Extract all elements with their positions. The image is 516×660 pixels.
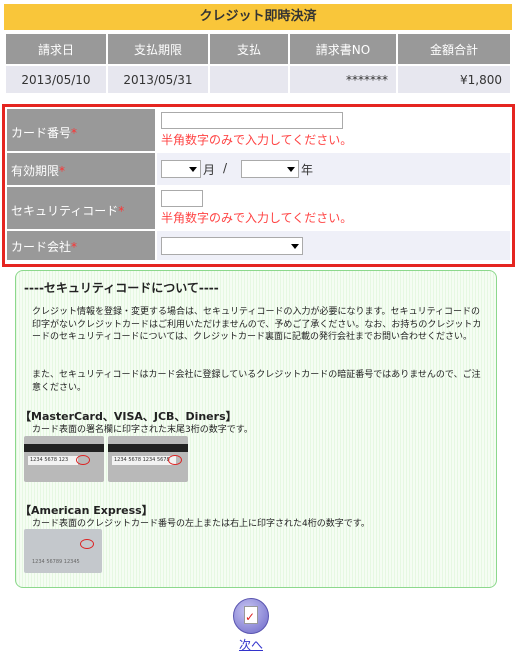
cell-payment bbox=[208, 64, 290, 95]
security-code-label-text: セキュリティコード bbox=[11, 204, 119, 218]
checkmark-icon: ✓ bbox=[245, 610, 256, 624]
date-separator: / bbox=[223, 161, 228, 175]
chevron-down-icon bbox=[291, 244, 299, 249]
signature-panel: 1234 5678 123 bbox=[28, 456, 78, 465]
amex-card-image: 1234 56789 12345 bbox=[24, 529, 102, 573]
card-number-error: 半角数字のみで入力してください。 bbox=[161, 133, 353, 147]
cell-total-amount: ¥1,800 bbox=[396, 64, 512, 95]
expiry-cell: 月 / 年 bbox=[157, 153, 510, 185]
header-invoice-no: 請求書NO bbox=[288, 32, 398, 66]
security-code-label: セキュリティコード* bbox=[7, 187, 155, 229]
header-payment: 支払 bbox=[208, 32, 290, 66]
info-title: ----セキュリティコードについて---- bbox=[24, 281, 219, 295]
brand-desc-major: カード表面の署名欄に印字された末尾3桁の数字です。 bbox=[32, 425, 253, 435]
required-mark: * bbox=[71, 126, 78, 140]
info-paragraph-2: また、セキュリティコードはカード会社に登録しているクレジットカードの暗証番号では… bbox=[32, 370, 481, 393]
security-code-info-box: ----セキュリティコードについて---- クレジット情報を登録・変更する場合は… bbox=[15, 270, 497, 588]
page-title: クレジット即時決済 bbox=[4, 4, 512, 30]
header-total-amount: 金額合計 bbox=[396, 32, 512, 66]
required-mark: * bbox=[59, 164, 66, 178]
table-row: 2013/05/10 2013/05/31 ******* ¥1,800 bbox=[4, 64, 512, 95]
info-paragraph-1: クレジット情報を登録・変更する場合は、セキュリティコードの入力が必要になります。… bbox=[32, 307, 482, 342]
cell-billing-date: 2013/05/10 bbox=[4, 64, 108, 95]
card-company-label: カード会社* bbox=[7, 231, 155, 260]
card-number-cell: 半角数字のみで入力してください。 bbox=[157, 109, 510, 151]
security-code-circle bbox=[80, 539, 94, 549]
expiry-label: 有効期限* bbox=[7, 153, 155, 185]
security-code-cell: 半角数字のみで入力してください。 bbox=[157, 187, 510, 229]
security-code-circle bbox=[76, 455, 90, 465]
expiry-month-select[interactable] bbox=[161, 160, 201, 178]
chevron-down-icon bbox=[287, 167, 295, 172]
card-number-input[interactable] bbox=[161, 112, 343, 129]
required-mark: * bbox=[71, 240, 78, 254]
card-number-label-text: カード番号 bbox=[11, 126, 72, 140]
header-due-date: 支払期限 bbox=[106, 32, 210, 66]
next-link[interactable]: 次へ bbox=[226, 636, 276, 653]
credit-card-form: カード番号* 半角数字のみで入力してください。 有効期限* 月 / 年 セキュリ… bbox=[2, 104, 515, 267]
security-code-row: セキュリティコード* 半角数字のみで入力してください。 bbox=[7, 187, 510, 229]
security-code-error: 半角数字のみで入力してください。 bbox=[161, 211, 353, 225]
header-billing-date: 請求日 bbox=[4, 32, 108, 66]
expiry-year-select[interactable] bbox=[241, 160, 299, 178]
cell-due-date: 2013/05/31 bbox=[106, 64, 210, 95]
security-code-input[interactable] bbox=[161, 190, 203, 207]
checklist-icon[interactable]: ✓ bbox=[233, 598, 269, 634]
card-company-label-text: カード会社 bbox=[11, 240, 72, 254]
expiry-label-text: 有効期限 bbox=[11, 164, 60, 178]
card-company-cell bbox=[157, 231, 510, 260]
security-code-circle bbox=[168, 455, 182, 465]
next-button[interactable]: ✓ 次へ bbox=[226, 598, 276, 654]
card-number-label: カード番号* bbox=[7, 109, 155, 151]
magnetic-stripe bbox=[108, 444, 188, 452]
expiry-row: 有効期限* 月 / 年 bbox=[7, 153, 510, 185]
table-header-row: 請求日 支払期限 支払 請求書NO 金額合計 bbox=[4, 32, 512, 66]
year-unit: 年 bbox=[301, 163, 314, 177]
magnetic-stripe bbox=[24, 444, 104, 452]
amex-card-number: 1234 56789 12345 bbox=[32, 559, 80, 565]
card-back-image-1: 1234 5678 123 bbox=[24, 436, 104, 482]
required-mark: * bbox=[118, 204, 125, 218]
chevron-down-icon bbox=[189, 167, 197, 172]
card-number-row: カード番号* 半角数字のみで入力してください。 bbox=[7, 109, 510, 151]
brand-desc-amex: カード表面のクレジットカード番号の左上または右上に印字された4桁の数字です。 bbox=[32, 519, 370, 529]
card-company-select[interactable] bbox=[161, 237, 303, 255]
signature-panel: 1234 5678 1234 5678 123 bbox=[112, 456, 176, 465]
card-company-row: カード会社* bbox=[7, 231, 510, 260]
month-unit: 月 bbox=[203, 163, 216, 177]
card-back-image-2: 1234 5678 1234 5678 123 bbox=[108, 436, 188, 482]
cell-invoice-no: ******* bbox=[288, 64, 398, 95]
billing-summary-table: 請求日 支払期限 支払 請求書NO 金額合計 2013/05/10 2013/0… bbox=[4, 32, 512, 95]
